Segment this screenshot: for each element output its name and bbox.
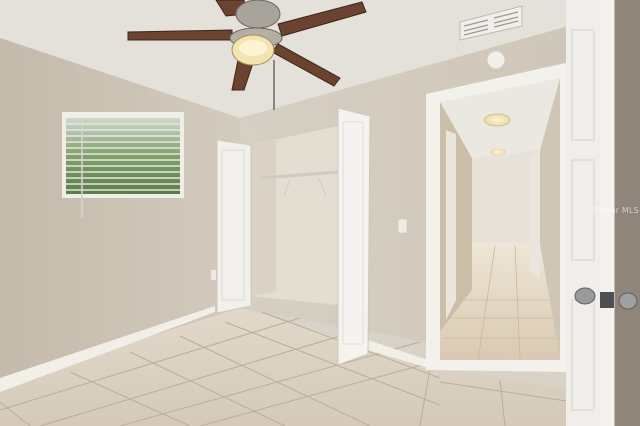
light-switch xyxy=(397,218,408,234)
watermark-text: Stellar MLS xyxy=(592,206,639,215)
smoke-detector xyxy=(486,50,506,70)
room-photo: Stellar MLS xyxy=(0,0,640,426)
hallway-light xyxy=(483,113,511,127)
hallway-end-wall xyxy=(472,150,540,244)
room-illustration xyxy=(0,0,640,426)
closet-door-right[interactable] xyxy=(337,107,371,366)
closet-door-left[interactable] xyxy=(216,139,252,314)
wall-outlet xyxy=(211,270,216,280)
